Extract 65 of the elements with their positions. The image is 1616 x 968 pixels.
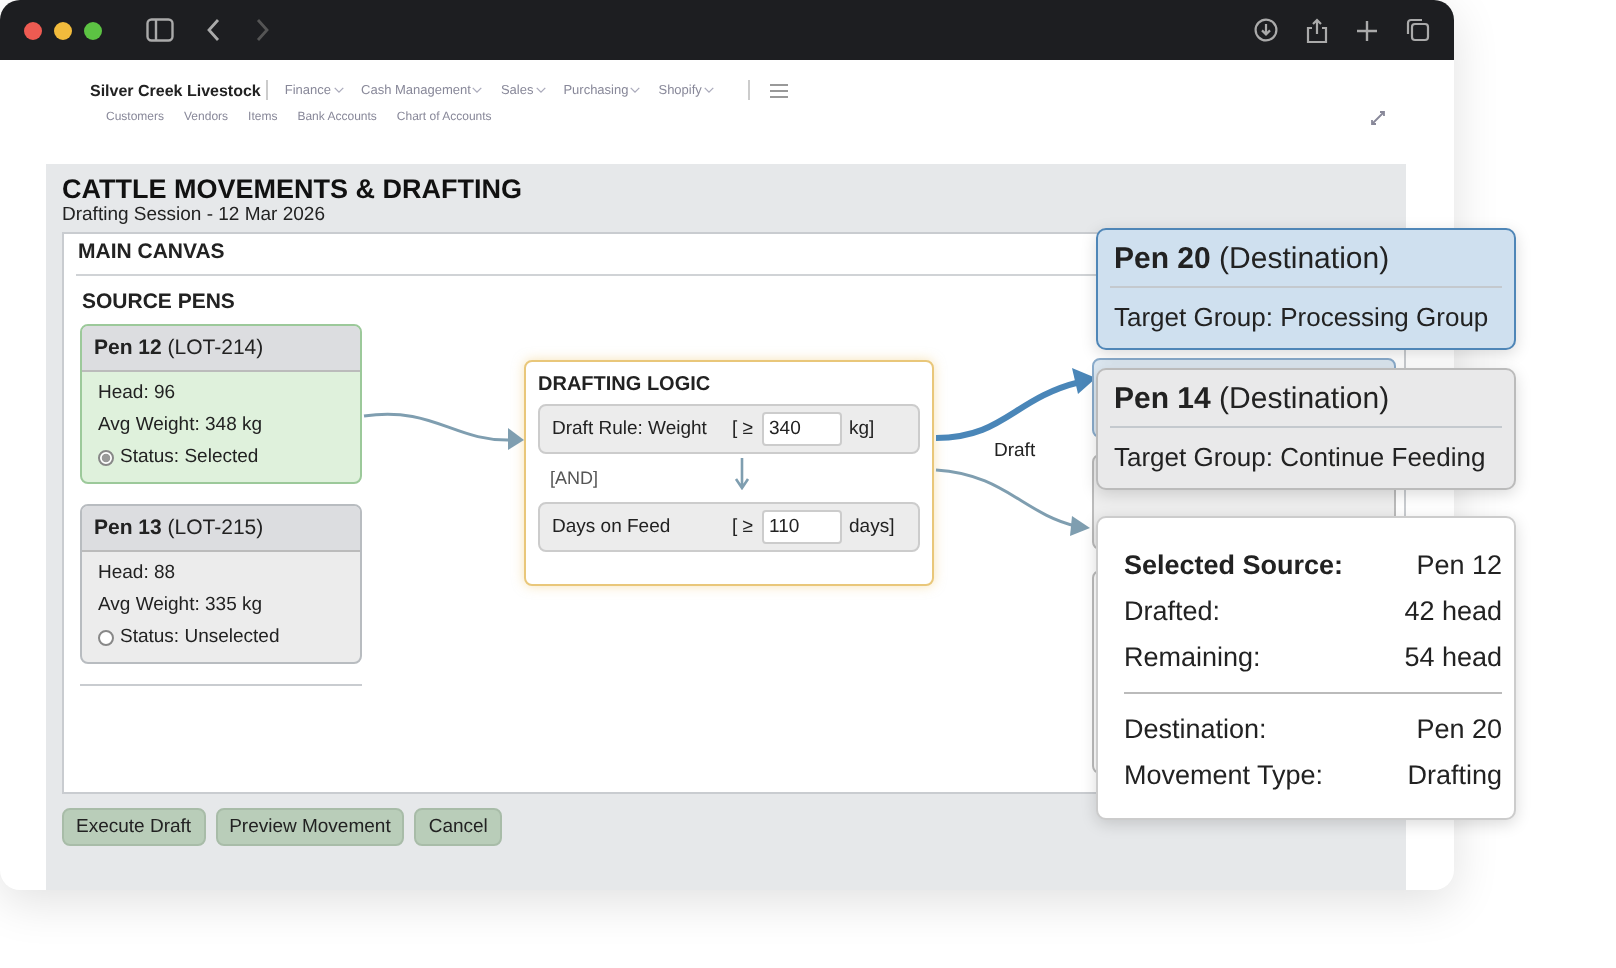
down-arrow-icon bbox=[734, 458, 750, 490]
page-title: CATTLE MOVEMENTS & DRAFTING bbox=[62, 176, 524, 204]
page-subtitle: Drafting Session - 12 Mar 2026 bbox=[62, 204, 327, 228]
maximize-icon[interactable] bbox=[84, 21, 102, 39]
destination-card[interactable]: Pen 14 (Destination) Target Group: Continue Feeding bbox=[1096, 368, 1516, 490]
brand-name[interactable]: Silver Creek Livestock bbox=[90, 81, 261, 99]
rule-unit: days] bbox=[849, 516, 895, 538]
target-group: Target Group: Processing Group bbox=[1110, 288, 1502, 348]
rule-input[interactable]: 110 bbox=[761, 510, 841, 544]
summary-value: Drafting bbox=[1407, 758, 1502, 794]
menu-icon[interactable] bbox=[769, 83, 788, 97]
forward-icon[interactable] bbox=[254, 18, 270, 42]
radio-button[interactable] bbox=[98, 450, 114, 466]
chevron-icon[interactable] bbox=[472, 86, 483, 94]
download-icon[interactable] bbox=[1254, 18, 1278, 42]
action-button[interactable]: Execute Draft bbox=[62, 808, 206, 846]
tabs-icon[interactable] bbox=[1406, 18, 1430, 42]
chevron-icon[interactable] bbox=[630, 86, 641, 94]
connector-label: Draft bbox=[994, 440, 1036, 462]
destination-card[interactable]: Pen 20 (Destination) Target Group: Processing Group bbox=[1096, 228, 1516, 350]
pen-card[interactable]: Pen 12 (LOT-214) Head: 96 Avg Weight: 348 kg Status: Selected bbox=[80, 324, 362, 484]
summary-label: Remaining: bbox=[1124, 640, 1261, 676]
avg-weight: Avg Weight: 335 kg bbox=[98, 592, 265, 620]
section-heading: SOURCE PENS bbox=[82, 290, 237, 314]
share-icon[interactable] bbox=[1306, 17, 1328, 43]
radio-button[interactable] bbox=[98, 630, 114, 646]
pen-status: Status: Unselected bbox=[120, 624, 280, 652]
pen-title: Pen 12 (LOT-214) bbox=[82, 326, 360, 372]
sidebar-icon[interactable] bbox=[146, 18, 174, 42]
logic-operator: [AND] bbox=[550, 468, 599, 488]
minimize-icon[interactable] bbox=[54, 21, 72, 39]
pen-title: Pen 13 (LOT-215) bbox=[82, 506, 360, 552]
plus-icon[interactable] bbox=[1356, 19, 1378, 41]
rule-input[interactable]: 340 bbox=[761, 412, 841, 446]
action-button[interactable]: Cancel bbox=[414, 808, 502, 846]
rule-operator: [ ≥ bbox=[732, 516, 753, 538]
expand-icon[interactable] bbox=[1370, 110, 1386, 126]
destination-title: Pen 14 (Destination) bbox=[1110, 370, 1502, 428]
rule-label: Days on Feed bbox=[552, 516, 673, 538]
summary-value: 54 head bbox=[1404, 640, 1502, 676]
pen-status: Status: Selected bbox=[120, 444, 259, 472]
summary-value: 42 head bbox=[1404, 594, 1502, 630]
summary-label: Selected Source: bbox=[1124, 548, 1344, 584]
chevron-icon[interactable] bbox=[703, 86, 714, 94]
summary-label: Drafted: bbox=[1124, 594, 1221, 630]
canvas-title: MAIN CANVAS bbox=[78, 240, 225, 264]
close-icon[interactable] bbox=[24, 21, 42, 39]
summary-value: Pen 20 bbox=[1416, 712, 1502, 748]
rule-unit: kg] bbox=[849, 418, 875, 440]
destination-title: Pen 20 (Destination) bbox=[1110, 230, 1502, 288]
action-button[interactable]: Preview Movement bbox=[215, 808, 405, 846]
chevron-icon[interactable] bbox=[535, 86, 546, 94]
pen-card[interactable]: Pen 13 (LOT-215) Head: 88 Avg Weight: 335 kg Status: Unselected bbox=[80, 504, 362, 664]
rule-label: Draft Rule: Weight bbox=[552, 418, 709, 440]
head-count: Head: 96 bbox=[98, 380, 178, 408]
summary-label: Movement Type: bbox=[1124, 758, 1324, 794]
back-icon[interactable] bbox=[206, 18, 222, 42]
head-count: Head: 88 bbox=[98, 560, 178, 588]
target-group: Target Group: Continue Feeding bbox=[1110, 428, 1502, 488]
chevron-icon[interactable] bbox=[333, 86, 344, 94]
rule-operator: [ ≥ bbox=[732, 418, 753, 440]
summary-value: Pen 12 bbox=[1416, 548, 1502, 584]
summary-label: Destination: bbox=[1124, 712, 1267, 748]
logic-title: DRAFTING LOGIC bbox=[538, 374, 713, 396]
avg-weight: Avg Weight: 348 kg bbox=[98, 412, 265, 440]
